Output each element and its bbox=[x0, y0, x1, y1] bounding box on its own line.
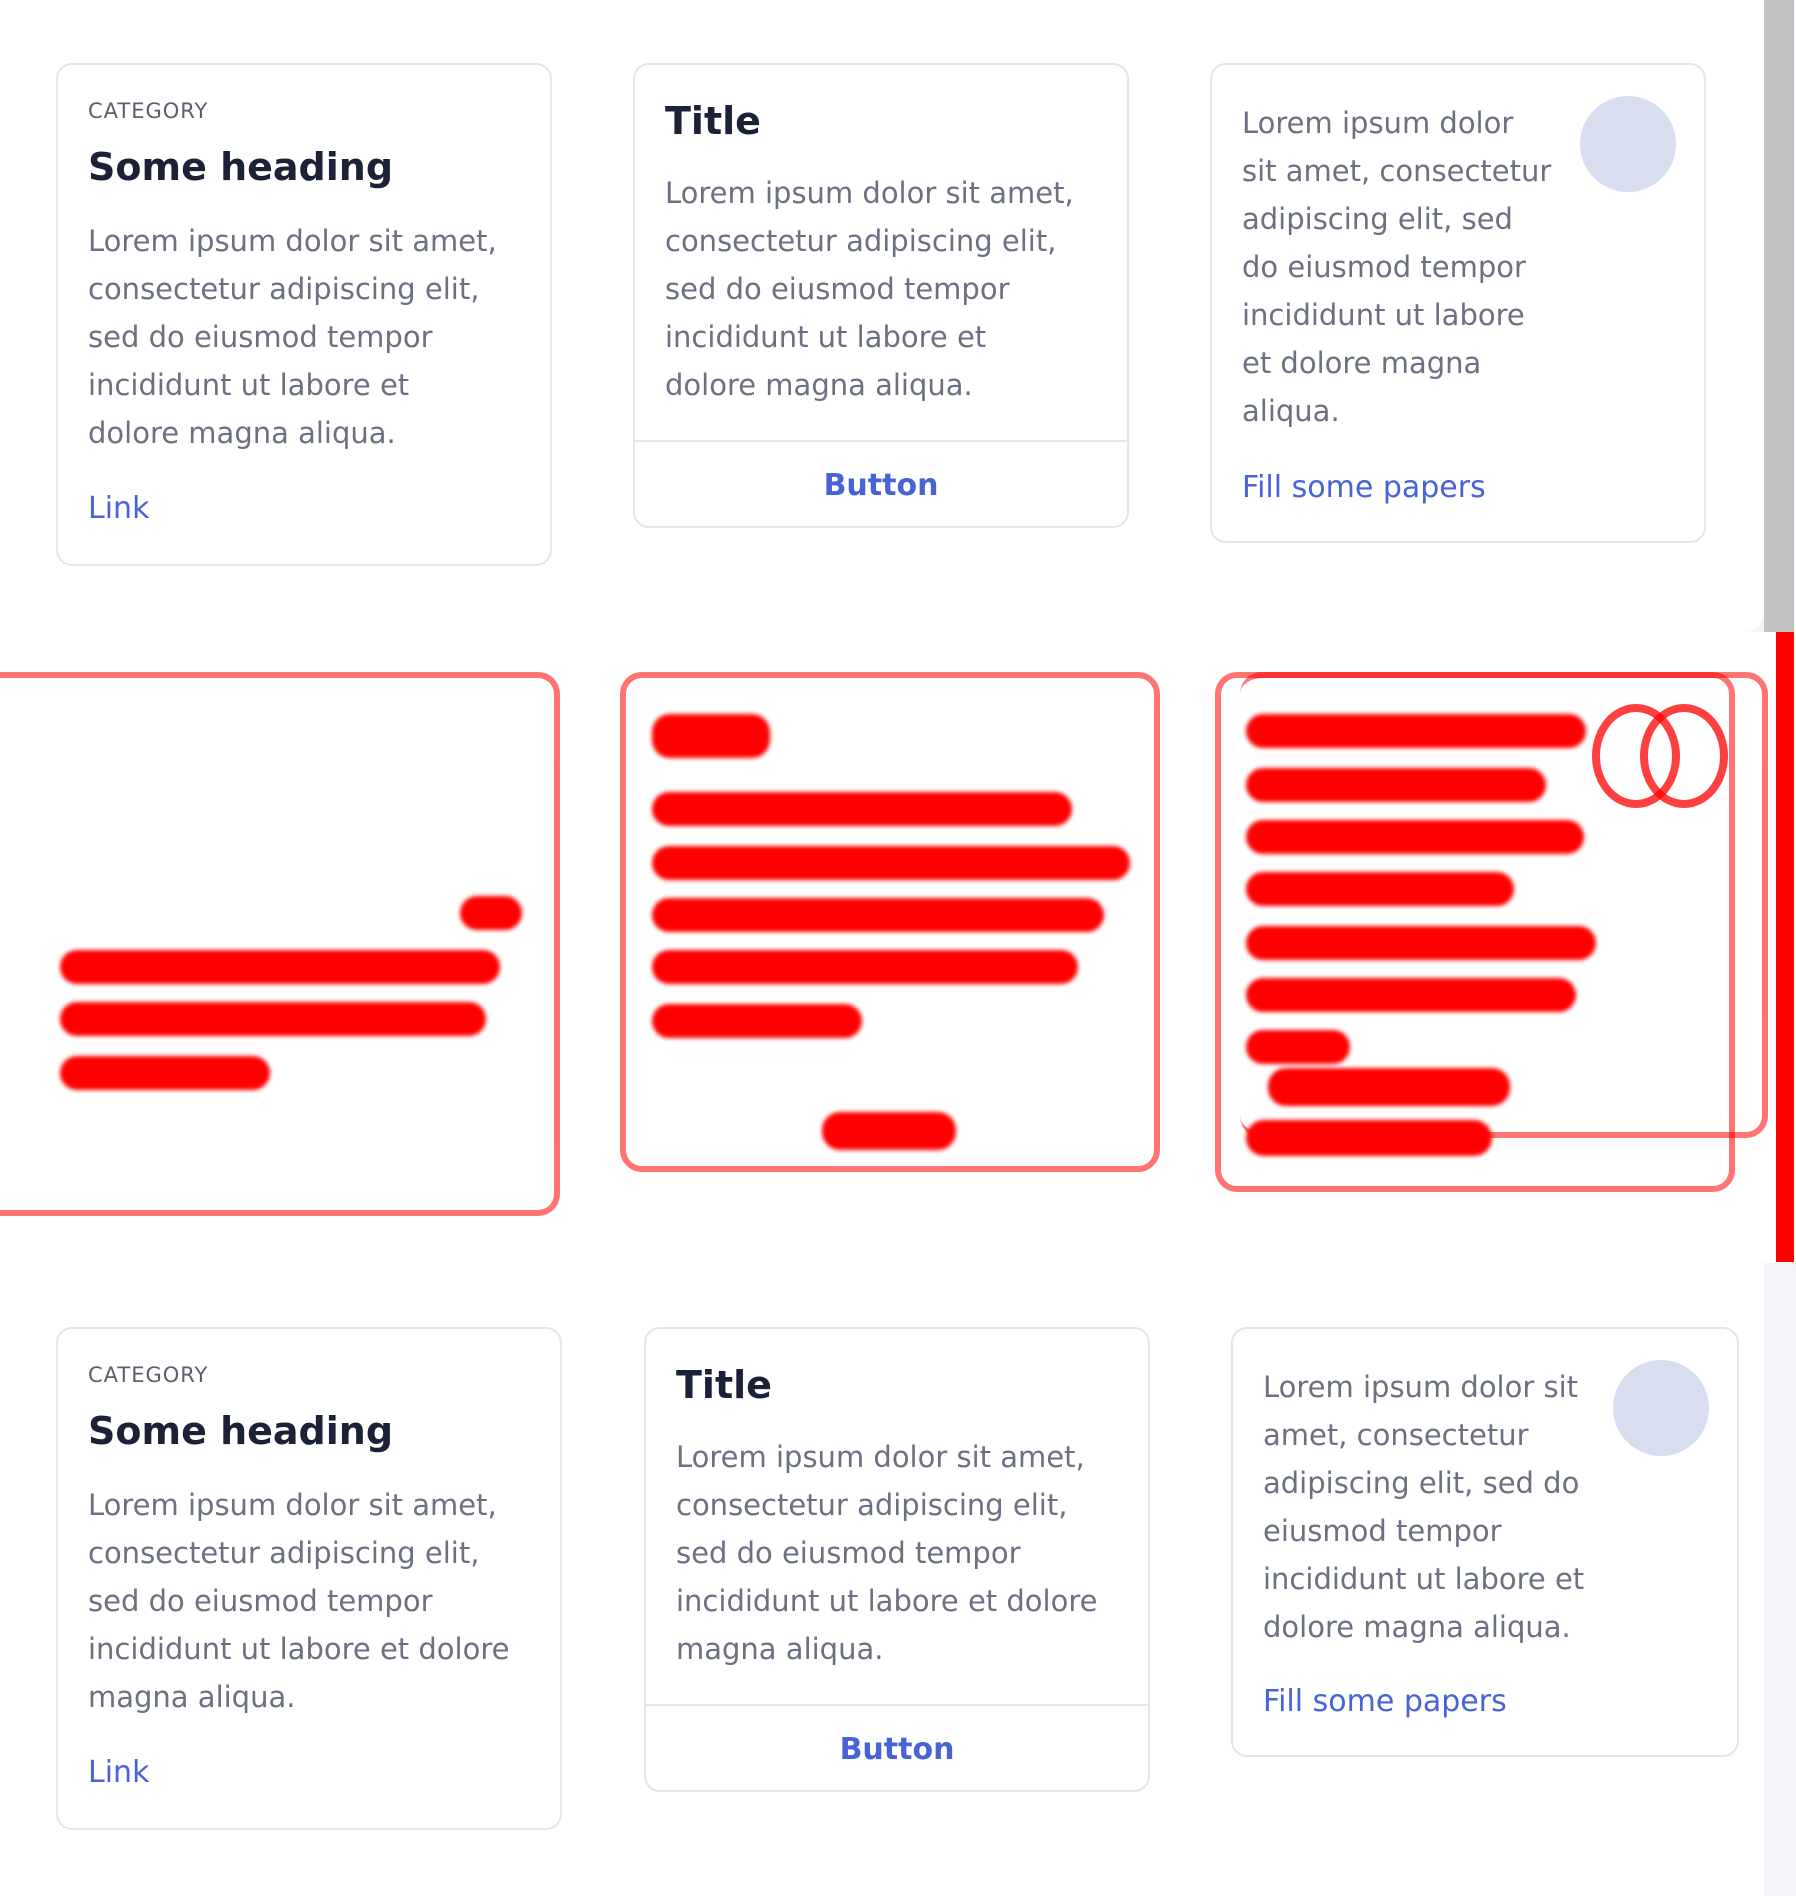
diff-text-smear bbox=[1246, 872, 1514, 906]
card-category: CATEGORY bbox=[88, 99, 209, 123]
card-body-text: Lorem ipsum dolor sit amet, consectetur … bbox=[88, 1488, 510, 1714]
avatar bbox=[1613, 1360, 1709, 1456]
diff-text-smear bbox=[1246, 1030, 1350, 1064]
card-title: Title bbox=[676, 1363, 772, 1407]
diff-text-smear bbox=[1246, 1120, 1492, 1156]
card-link[interactable]: Fill some papers bbox=[1242, 470, 1486, 505]
diff-text-smear bbox=[652, 898, 1104, 932]
avatar bbox=[1580, 96, 1676, 192]
card-link[interactable]: Link bbox=[88, 1755, 149, 1790]
card-button[interactable]: Button bbox=[635, 442, 1127, 528]
category-card: CATEGORY Some heading Lorem ipsum dolor … bbox=[56, 1327, 562, 1830]
diff-text-smear bbox=[1246, 714, 1586, 748]
diff-text-smear bbox=[822, 1112, 956, 1150]
avatar-card: Lorem ipsum dolor sit amet, consectetur … bbox=[1210, 63, 1706, 543]
card-heading: Some heading bbox=[88, 145, 394, 189]
diff-text-smear bbox=[1246, 926, 1596, 960]
diff-text-smear bbox=[460, 896, 522, 930]
top-card-panel: CATEGORY Some heading Lorem ipsum dolor … bbox=[0, 0, 1764, 632]
diff-text-smear bbox=[60, 950, 500, 984]
diff-text-smear bbox=[1268, 1068, 1510, 1106]
diff-text-smear bbox=[1246, 978, 1576, 1012]
card-body-text: Lorem ipsum dolor sit amet, consectetur … bbox=[665, 176, 1074, 402]
title-card: Title Lorem ipsum dolor sit amet, consec… bbox=[633, 63, 1129, 528]
card-link[interactable]: Link bbox=[88, 491, 149, 526]
card-body-text: Lorem ipsum dolor sit amet, consectetur … bbox=[88, 224, 497, 450]
card-body-text: Lorem ipsum dolor sit amet, consectetur … bbox=[1263, 1370, 1585, 1644]
avatar-card: Lorem ipsum dolor sit amet, consectetur … bbox=[1231, 1327, 1739, 1757]
title-card: Title Lorem ipsum dolor sit amet, consec… bbox=[644, 1327, 1150, 1792]
diff-text-smear bbox=[60, 1056, 270, 1090]
diff-card-outline bbox=[0, 672, 560, 1216]
diff-text-smear bbox=[652, 714, 770, 758]
scrollbar-thumb[interactable] bbox=[1764, 0, 1794, 632]
card-button[interactable]: Button bbox=[646, 1706, 1148, 1792]
card-body-text: Lorem ipsum dolor sit amet, consectetur … bbox=[676, 1440, 1098, 1666]
diff-avatar-ring bbox=[1640, 704, 1728, 808]
card-heading: Some heading bbox=[88, 1409, 394, 1453]
card-link[interactable]: Fill some papers bbox=[1263, 1684, 1507, 1719]
diff-overlay bbox=[0, 632, 1796, 1263]
diff-text-smear bbox=[1246, 820, 1584, 854]
card-title: Title bbox=[665, 99, 761, 143]
diff-text-smear bbox=[1246, 768, 1546, 802]
card-body-text: Lorem ipsum dolor sit amet, consectetur … bbox=[1242, 106, 1552, 428]
diff-text-smear bbox=[652, 1004, 862, 1038]
card-category: CATEGORY bbox=[88, 1363, 209, 1387]
bottom-card-panel: CATEGORY Some heading Lorem ipsum dolor … bbox=[0, 1263, 1764, 1896]
diff-text-smear bbox=[652, 792, 1072, 826]
diff-text-smear bbox=[60, 1002, 486, 1036]
diff-change-marker bbox=[1776, 632, 1794, 1262]
category-card: CATEGORY Some heading Lorem ipsum dolor … bbox=[56, 63, 552, 566]
diff-text-smear bbox=[652, 950, 1078, 984]
diff-text-smear bbox=[652, 846, 1130, 880]
